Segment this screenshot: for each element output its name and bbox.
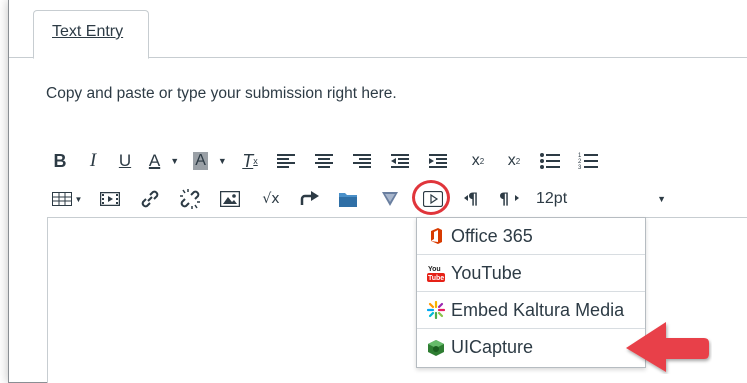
bullet-list-icon bbox=[540, 153, 560, 169]
italic-button[interactable]: I bbox=[82, 147, 104, 175]
pointer-arrow-icon bbox=[626, 322, 709, 372]
media-button[interactable] bbox=[98, 185, 122, 213]
align-right-icon bbox=[353, 154, 371, 168]
image-icon bbox=[220, 191, 240, 207]
menu-item-kaltura[interactable]: Embed Kaltura Media bbox=[417, 292, 645, 329]
embed-button[interactable] bbox=[298, 185, 322, 213]
uicapture-icon bbox=[427, 339, 445, 357]
kaltura-apps-menu: Office 365 You Tube YouTube Embed Kaltura… bbox=[416, 217, 646, 368]
ltr-direction-button[interactable]: ¶ bbox=[462, 185, 486, 213]
outdent-icon bbox=[391, 154, 409, 168]
kaltura-apps-button[interactable] bbox=[378, 185, 402, 213]
math-equation-button[interactable]: √x bbox=[258, 185, 284, 213]
tab-bar: Text Entry bbox=[9, 0, 747, 59]
numbered-list-button[interactable]: 123 bbox=[576, 147, 600, 175]
share-arrow-icon bbox=[300, 191, 319, 205]
kaltura-icon bbox=[427, 301, 445, 319]
font-size-select[interactable]: 12pt ▼ bbox=[536, 185, 666, 213]
chevron-down-icon: ▼ bbox=[74, 194, 83, 204]
paragraph-ltr-icon: ¶ bbox=[464, 190, 478, 208]
outdent-button[interactable] bbox=[388, 147, 412, 175]
align-left-icon bbox=[277, 154, 295, 168]
table-button[interactable]: ▼ bbox=[48, 185, 86, 213]
underline-button[interactable]: U bbox=[114, 147, 136, 175]
align-left-button[interactable] bbox=[274, 147, 298, 175]
toolbar-row-insert: ▼ √x ¶ ¶ 12pt ▼ bbox=[48, 184, 666, 214]
svg-text:Tube: Tube bbox=[428, 275, 444, 282]
tab-text-entry-label: Text Entry bbox=[52, 23, 124, 40]
superscript-button[interactable]: x2 bbox=[466, 147, 490, 175]
bullet-list-button[interactable] bbox=[538, 147, 562, 175]
menu-item-label: Embed Kaltura Media bbox=[451, 299, 625, 320]
align-center-icon bbox=[315, 154, 333, 168]
font-size-value: 12pt bbox=[536, 190, 568, 207]
film-icon bbox=[100, 192, 120, 206]
table-icon bbox=[51, 192, 72, 206]
menu-item-uicapture[interactable]: UICapture bbox=[417, 329, 645, 366]
numbered-list-icon: 123 bbox=[578, 153, 598, 170]
youtube-icon: You Tube bbox=[427, 264, 445, 282]
instructions-text: Copy and paste or type your submission r… bbox=[46, 85, 397, 102]
clear-formatting-button[interactable]: Tx bbox=[238, 147, 262, 175]
tab-text-entry[interactable]: Text Entry bbox=[33, 10, 149, 59]
svg-text:¶: ¶ bbox=[468, 190, 478, 208]
rtl-direction-button[interactable]: ¶ bbox=[498, 185, 522, 213]
align-right-button[interactable] bbox=[350, 147, 374, 175]
text-color-button[interactable]: A ▼ bbox=[144, 147, 184, 175]
v-shield-icon bbox=[382, 192, 398, 206]
office365-icon bbox=[427, 227, 445, 245]
unlink-icon bbox=[180, 189, 200, 209]
align-center-button[interactable] bbox=[312, 147, 336, 175]
image-button[interactable] bbox=[218, 185, 242, 213]
chevron-down-icon: ▼ bbox=[217, 156, 227, 166]
svg-text:You: You bbox=[428, 266, 441, 273]
menu-item-office365[interactable]: Office 365 bbox=[417, 218, 645, 255]
toolbar-row-formatting: B I U A ▼ A ▼ Tx x2 x2 123 bbox=[48, 146, 600, 176]
highlight-circle bbox=[412, 180, 450, 215]
background-color-button[interactable]: A ▼ bbox=[190, 147, 230, 175]
indent-button[interactable] bbox=[426, 147, 450, 175]
svg-text:¶: ¶ bbox=[499, 190, 509, 208]
office-files-button[interactable] bbox=[336, 185, 360, 213]
chevron-down-icon: ▼ bbox=[170, 156, 180, 166]
square-root-icon: √x bbox=[262, 191, 280, 207]
bold-button[interactable]: B bbox=[48, 147, 72, 175]
indent-icon bbox=[429, 154, 447, 168]
unlink-button[interactable] bbox=[178, 185, 202, 213]
folder-icon bbox=[339, 193, 357, 207]
menu-item-youtube[interactable]: You Tube YouTube bbox=[417, 255, 645, 292]
chevron-down-icon: ▼ bbox=[657, 194, 666, 204]
link-icon bbox=[141, 190, 159, 208]
link-button[interactable] bbox=[138, 185, 162, 213]
subscript-button[interactable]: x2 bbox=[502, 147, 526, 175]
svg-text:3: 3 bbox=[578, 165, 582, 170]
menu-item-label: UICapture bbox=[451, 337, 534, 357]
menu-item-label: Office 365 bbox=[451, 225, 533, 246]
menu-item-label: YouTube bbox=[451, 262, 522, 283]
paragraph-rtl-icon: ¶ bbox=[499, 190, 519, 208]
